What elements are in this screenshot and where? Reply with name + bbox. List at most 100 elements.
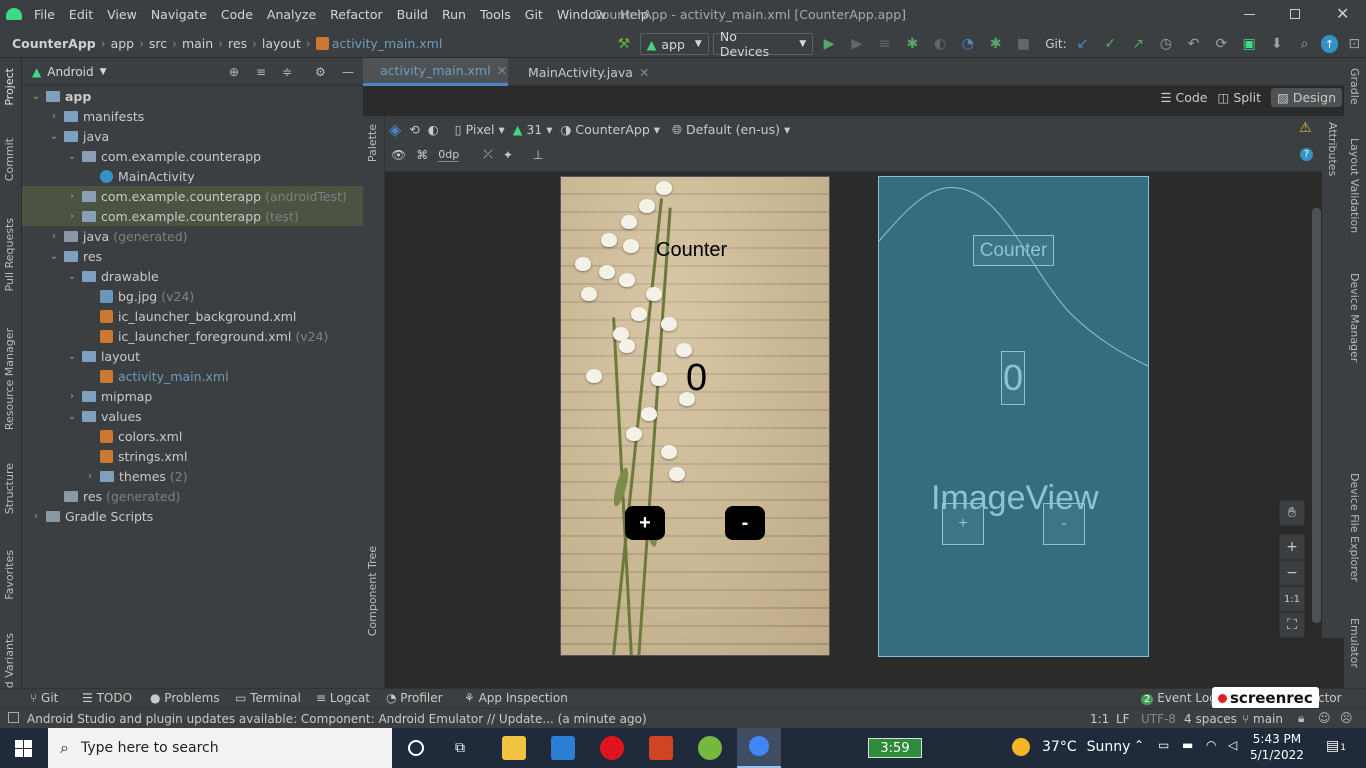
taskbar-clock[interactable]: 5:43 PM 5/1/2022 — [1250, 731, 1304, 763]
menu-analyze[interactable]: Analyze — [267, 7, 316, 22]
project-tree-item[interactable]: › mipmap — [22, 386, 363, 406]
chevron-right-icon[interactable]: › — [48, 111, 60, 122]
chevron-right-icon[interactable]: › — [66, 191, 78, 202]
tool-tab-logcat[interactable]: ≡ Logcat — [316, 691, 370, 705]
status-message[interactable]: Android Studio and plugin updates availa… — [27, 712, 647, 726]
zoom-fit-icon[interactable]: ⛶ — [1279, 612, 1305, 638]
tool-tab-palette[interactable]: Palette — [366, 124, 379, 162]
project-tree-item[interactable]: MainActivity — [22, 166, 363, 186]
project-tree-item[interactable]: ⌄ com.example.counterapp — [22, 146, 363, 166]
git-push-icon[interactable]: ↗ — [1126, 33, 1150, 55]
menu-view[interactable]: View — [107, 7, 137, 22]
task-view-icon[interactable]: ⧉ — [455, 740, 465, 756]
updates-icon[interactable]: ↑ — [1320, 35, 1339, 53]
design-canvas[interactable]: Counter 0 + - Counter 0 ImageView + - — [385, 172, 1320, 662]
design-preview-phone[interactable]: Counter 0 + - — [560, 176, 830, 656]
tool-tab-layout-validation[interactable]: Layout Validation — [1348, 138, 1361, 233]
project-tree-item[interactable]: ic_launcher_background.xml — [22, 306, 363, 326]
locate-icon[interactable]: ⊕ — [229, 65, 239, 79]
tool-tab-emulator[interactable]: Emulator — [1348, 618, 1361, 668]
decrement-button[interactable]: - — [725, 506, 765, 540]
tool-tab-terminal[interactable]: ▭ Terminal — [235, 691, 301, 705]
run-config-selector[interactable]: ▲ app ▼ — [639, 33, 709, 55]
sync-gradle-icon[interactable]: ⟳ — [1209, 33, 1233, 55]
project-tree-item[interactable]: strings.xml — [22, 446, 363, 466]
menu-run[interactable]: Run — [442, 7, 466, 22]
taskbar-search-box[interactable]: ⌕ Type here to search — [48, 728, 392, 768]
zoom-in-icon[interactable]: + — [1279, 534, 1305, 560]
project-tree-item[interactable]: ⌄ drawable — [22, 266, 363, 286]
menu-file[interactable]: File — [34, 7, 55, 22]
chevron-right-icon[interactable]: › — [66, 391, 78, 402]
chevron-down-icon[interactable]: ⌄ — [66, 411, 78, 422]
stop-icon[interactable]: ■ — [1011, 33, 1035, 55]
menu-build[interactable]: Build — [397, 7, 428, 22]
warning-icon[interactable]: ⚠ — [1299, 120, 1312, 136]
tool-tab-build-variants[interactable]: d Variants — [3, 633, 16, 688]
crumb-app[interactable]: app — [111, 36, 135, 51]
menu-tools[interactable]: Tools — [480, 7, 511, 22]
wifi-icon[interactable]: ◠ — [1206, 738, 1216, 752]
history-icon[interactable]: ◷ — [1154, 33, 1178, 55]
infer-constraints-icon[interactable]: ✦ — [503, 148, 513, 162]
settings-gear-icon[interactable]: ⚙ — [315, 65, 326, 79]
crumb-src[interactable]: src — [149, 36, 167, 51]
tool-tab-git[interactable]: ⑂ Git — [30, 691, 58, 705]
show-hidden-icons-chevron[interactable]: ⌃ — [1134, 738, 1144, 752]
microsoft-store-icon[interactable] — [551, 736, 575, 760]
chevron-down-icon[interactable]: ⌄ — [66, 151, 78, 162]
device-selector[interactable]: No Devices ▼ — [712, 29, 814, 59]
project-tree-item[interactable]: › themes (2) — [22, 466, 363, 486]
rollback-icon[interactable]: ↶ — [1182, 33, 1206, 55]
chevron-right-icon[interactable]: › — [48, 231, 60, 242]
project-tree-item[interactable]: › com.example.counterapp (androidTest) — [22, 186, 363, 206]
tool-tab-app-inspection[interactable]: ⚘ App Inspection — [464, 691, 568, 705]
mode-code-button[interactable]: ☰ Code — [1160, 90, 1207, 105]
utorrent-icon[interactable] — [698, 736, 722, 760]
chevron-down-icon[interactable]: ⌄ — [48, 131, 60, 142]
restore-icon[interactable] — [1290, 9, 1300, 19]
tool-tab-structure[interactable]: Structure — [3, 463, 16, 514]
menu-refactor[interactable]: Refactor — [330, 7, 382, 22]
project-tree-item[interactable]: ⌄ java — [22, 126, 363, 146]
close-tab-icon[interactable]: ✕ — [639, 65, 649, 80]
tool-tab-device-manager[interactable]: Device Manager — [1348, 273, 1361, 362]
project-tree-item[interactable]: ⌄ app — [22, 86, 363, 106]
tool-tab-event-log[interactable]: 2 Event Log — [1141, 691, 1217, 705]
minimize-icon[interactable] — [1244, 14, 1255, 15]
tool-tab-device-file-explorer[interactable]: Device File Explorer — [1348, 473, 1361, 582]
collapse-all-icon[interactable]: ≑ — [282, 65, 292, 79]
chevron-down-icon[interactable]: ▼ — [100, 67, 107, 77]
expand-all-icon[interactable]: ≡ — [256, 65, 266, 79]
sdk-manager-icon[interactable]: ⬇ — [1265, 33, 1289, 55]
android-studio-taskbar-icon[interactable] — [737, 728, 781, 768]
crumb-file[interactable]: activity_main.xml — [332, 36, 443, 51]
project-tree-item[interactable]: › manifests — [22, 106, 363, 126]
powerpoint-icon[interactable] — [649, 736, 673, 760]
default-margin-button[interactable]: 0dp — [438, 148, 460, 162]
crumb-main[interactable]: main — [182, 36, 213, 51]
project-tree-item[interactable]: › com.example.counterapp (test) — [22, 206, 363, 226]
blueprint-counter-title[interactable]: Counter — [973, 235, 1054, 266]
notification-center-icon[interactable]: ▤1 — [1326, 738, 1346, 754]
tool-tab-profiler[interactable]: ◔ Profiler — [386, 691, 443, 705]
tool-tab-resource-manager[interactable]: Resource Manager — [3, 328, 16, 430]
increment-button[interactable]: + — [625, 506, 665, 540]
tool-tab-commit[interactable]: Commit — [3, 138, 16, 181]
cortana-icon[interactable] — [408, 740, 424, 756]
git-commit-icon[interactable]: ✓ — [1098, 33, 1122, 55]
file-encoding[interactable]: UTF-8 — [1141, 712, 1176, 726]
tool-tab-pull-requests[interactable]: Pull Requests — [3, 218, 16, 291]
blueprint-phone[interactable]: Counter 0 ImageView + - — [878, 176, 1149, 657]
lock-icon[interactable]: 🔒︎ — [1298, 711, 1304, 726]
make-project-icon[interactable]: ⚒ — [612, 33, 636, 55]
chevron-down-icon[interactable]: ⌄ — [66, 351, 78, 362]
debug-icon[interactable]: ✱ — [900, 33, 924, 55]
volume-icon[interactable]: ◁ — [1228, 738, 1237, 752]
device-picker[interactable]: ▯ Pixel ▾ — [455, 122, 505, 137]
project-tree-item[interactable]: ⌄ layout — [22, 346, 363, 366]
chevron-down-icon[interactable]: ⌄ — [66, 271, 78, 282]
git-branch[interactable]: ⑂ main — [1242, 712, 1283, 726]
project-tree-item[interactable]: ⌄ res — [22, 246, 363, 266]
menu-code[interactable]: Code — [221, 7, 253, 22]
